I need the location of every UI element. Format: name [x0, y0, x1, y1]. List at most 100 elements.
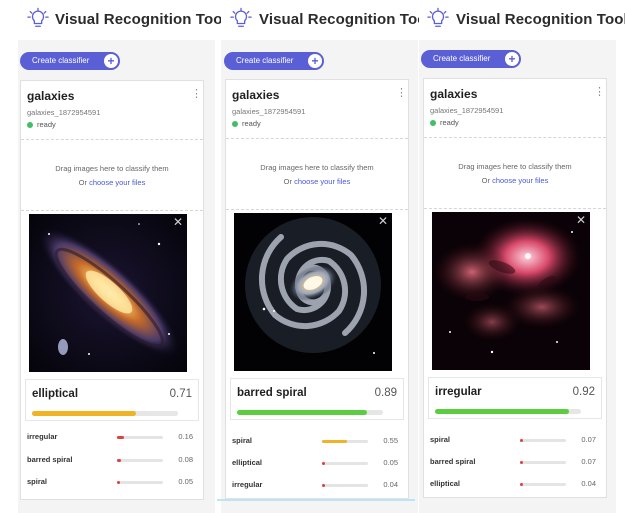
classifier-name: galaxies — [430, 87, 478, 101]
result-row: spiral 0.07 — [430, 435, 596, 447]
result-score: 0.05 — [178, 477, 193, 486]
top-score-fill — [32, 411, 136, 416]
top-score-bar — [32, 411, 178, 416]
status-text: ready — [242, 119, 261, 128]
top-score-bar — [435, 409, 581, 414]
result-label: barred spiral — [430, 457, 476, 466]
irregular-galaxy-image — [432, 212, 590, 370]
app-header: Visual Recognition Tool — [0, 0, 227, 40]
classified-image-frame: ✕ — [29, 214, 187, 372]
classifier-card: galaxies ⋮ galaxies_1872954591 ready Dra… — [225, 79, 409, 499]
ready-dot-icon — [430, 119, 436, 126]
close-icon[interactable]: ✕ — [173, 216, 183, 228]
dropzone-choose: Or choose your files — [21, 178, 203, 187]
create-classifier-button[interactable]: Create classifier + — [421, 50, 521, 68]
top-class-score: 0.89 — [374, 387, 397, 399]
result-row: spiral 0.55 — [232, 436, 398, 448]
lightbulb-icon — [427, 7, 449, 27]
create-classifier-label: Create classifier — [236, 56, 294, 65]
top-class-label: barred spiral — [237, 387, 307, 399]
result-label: elliptical — [232, 458, 263, 467]
create-classifier-button[interactable]: Create classifier + — [20, 52, 120, 70]
status-badge: ready — [430, 118, 459, 127]
app-header: Visual Recognition Tool — [419, 0, 625, 40]
kebab-menu-icon[interactable]: ⋮ — [191, 89, 202, 100]
classified-image-frame: ✕ — [432, 212, 590, 370]
create-classifier-button[interactable]: Create classifier + — [224, 52, 324, 70]
result-bar-fill — [520, 439, 524, 442]
classifier-panel-1: Visual Recognition Tool Create classifie… — [0, 0, 227, 513]
result-score: 0.04 — [383, 480, 398, 489]
status-badge: ready — [232, 119, 261, 128]
result-bar — [322, 462, 368, 465]
elliptical-galaxy-image — [29, 214, 187, 372]
result-score: 0.07 — [581, 457, 596, 466]
image-dropzone[interactable]: Drag images here to classify them Or cho… — [424, 137, 606, 209]
close-icon[interactable]: ✕ — [576, 214, 586, 226]
ready-dot-icon — [27, 121, 33, 128]
dropzone-text: Drag images here to classify them — [55, 164, 169, 173]
close-icon[interactable]: ✕ — [378, 215, 388, 227]
app-title: Visual Recognition Tool — [456, 11, 625, 28]
result-label: spiral — [232, 436, 253, 445]
classifier-panel-2: Visual Recognition Tool Create classifie… — [221, 0, 431, 513]
result-row: elliptical 0.05 — [232, 458, 398, 470]
result-score: 0.08 — [178, 455, 193, 464]
result-label: spiral — [430, 435, 451, 444]
top-score-fill — [435, 409, 570, 414]
result-label: spiral — [27, 477, 48, 486]
image-dropzone[interactable]: Drag images here to classify them Or cho… — [21, 139, 203, 211]
result-row: barred spiral 0.08 — [27, 455, 193, 467]
top-score-bar — [237, 410, 383, 415]
choose-files-link[interactable]: choose your files — [294, 177, 350, 186]
kebab-menu-icon[interactable]: ⋮ — [396, 88, 407, 99]
plus-circle-icon: + — [104, 54, 118, 68]
top-class-label: elliptical — [32, 388, 79, 400]
result-row: irregular 0.16 — [27, 432, 193, 444]
choose-files-link[interactable]: choose your files — [89, 178, 145, 187]
result-bar-fill — [117, 436, 125, 439]
result-bar-fill — [322, 484, 325, 487]
dropzone-or: Or — [283, 177, 292, 186]
result-bar-fill — [322, 440, 348, 443]
dropzone-text: Drag images here to classify them — [260, 163, 374, 172]
result-bar — [322, 484, 368, 487]
lightbulb-icon — [27, 7, 49, 27]
result-row: elliptical 0.04 — [430, 479, 596, 491]
status-text: ready — [37, 120, 56, 129]
app-title: Visual Recognition Tool — [259, 11, 431, 28]
top-result: barred spiral 0.89 — [230, 378, 404, 420]
result-label: irregular — [27, 432, 58, 441]
classifier-id: galaxies_1872954591 — [27, 108, 101, 117]
kebab-menu-icon[interactable]: ⋮ — [594, 87, 605, 98]
result-bar — [520, 461, 566, 464]
app-header: Visual Recognition Tool — [221, 0, 431, 40]
result-score: 0.55 — [383, 436, 398, 445]
plus-circle-icon: + — [308, 54, 322, 68]
result-bar — [117, 459, 163, 462]
classifier-card: galaxies ⋮ galaxies_1872954591 ready Dra… — [20, 80, 204, 500]
result-row: irregular 0.04 — [232, 480, 398, 492]
result-label: irregular — [232, 480, 263, 489]
choose-files-link[interactable]: choose your files — [492, 176, 548, 185]
result-bar-fill — [117, 459, 121, 462]
status-badge: ready — [27, 120, 56, 129]
classifier-name: galaxies — [232, 88, 280, 102]
status-text: ready — [440, 118, 459, 127]
app-title: Visual Recognition Tool — [55, 11, 227, 28]
result-label: barred spiral — [27, 455, 73, 464]
image-dropzone[interactable]: Drag images here to classify them Or cho… — [226, 138, 408, 210]
classified-image-frame: ✕ — [234, 213, 392, 371]
result-score: 0.16 — [178, 432, 193, 441]
result-bar-fill — [117, 481, 120, 484]
result-score: 0.04 — [581, 479, 596, 488]
result-bar — [117, 481, 163, 484]
result-row: spiral 0.05 — [27, 477, 193, 489]
selection-underline — [217, 499, 415, 501]
dropzone-choose: Or choose your files — [424, 176, 606, 185]
top-class-label: irregular — [435, 386, 482, 398]
result-label: elliptical — [430, 479, 461, 488]
result-score: 0.07 — [581, 435, 596, 444]
dropzone-text: Drag images here to classify them — [458, 162, 572, 171]
top-result: elliptical 0.71 — [25, 379, 199, 421]
